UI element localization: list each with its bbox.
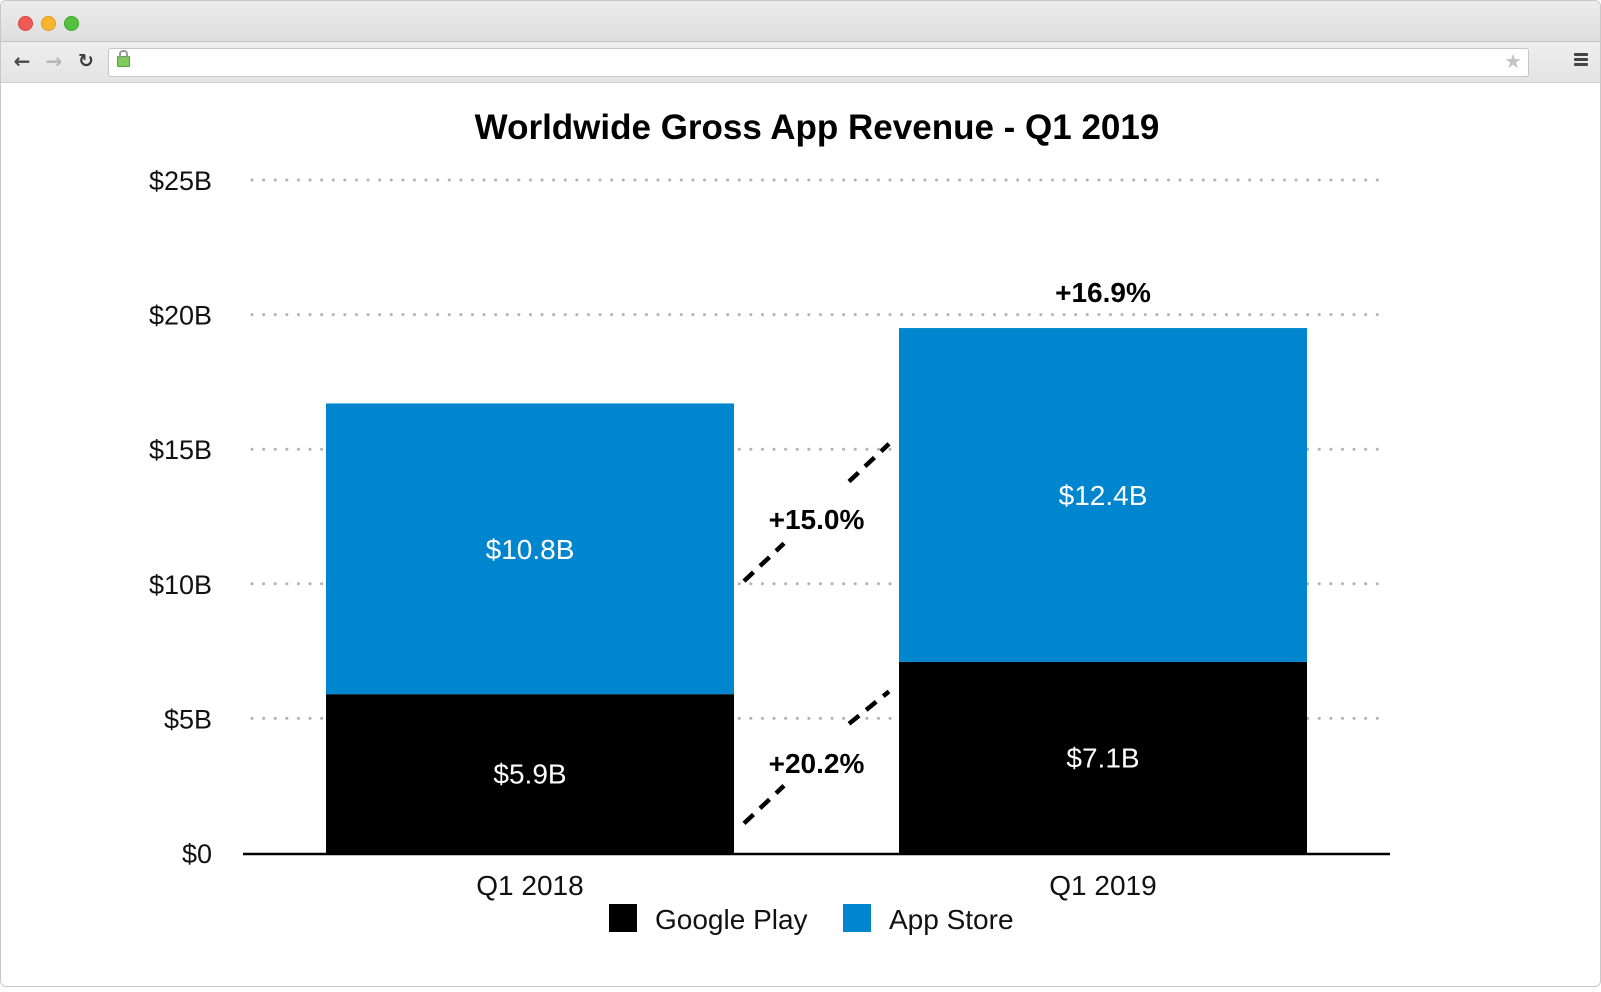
bar-value-label: $12.4B [1059, 480, 1148, 511]
x-axis-ticks: Q1 2018 Q1 2019 [476, 870, 1156, 901]
chart-title: Worldwide Gross App Revenue - Q1 2019 [475, 108, 1160, 147]
legend-label: App Store [889, 904, 1014, 935]
y-tick-label: $20B [149, 301, 212, 331]
x-tick-label: Q1 2019 [1049, 870, 1156, 901]
legend-swatch-google-play [609, 904, 637, 932]
chart-container: Worldwide Gross App Revenue - Q1 2019 $0… [0, 0, 1601, 987]
total-growth-label: +16.9% [1055, 277, 1151, 308]
y-tick-label: $10B [149, 570, 212, 600]
bar-value-label: $5.9B [493, 759, 566, 790]
x-tick-label: Q1 2018 [476, 870, 583, 901]
legend-swatch-app-store [843, 904, 871, 932]
bar-value-label: $7.1B [1066, 742, 1139, 773]
stacked-bar-chart: Worldwide Gross App Revenue - Q1 2019 $0… [149, 108, 1390, 935]
y-tick-label: $25B [149, 166, 212, 196]
legend-label: Google Play [655, 904, 808, 935]
y-tick-label: $0 [182, 839, 212, 869]
y-tick-label: $15B [149, 435, 212, 465]
y-tick-label: $5B [164, 704, 212, 734]
y-axis-ticks: $0 $5B $10B $15B $20B $25B [149, 166, 212, 869]
google-play-growth-label: +20.2% [769, 748, 865, 779]
app-store-growth-label: +15.0% [769, 504, 865, 535]
legend: Google Play App Store [609, 904, 1014, 935]
bar-value-label: $10.8B [486, 534, 575, 565]
